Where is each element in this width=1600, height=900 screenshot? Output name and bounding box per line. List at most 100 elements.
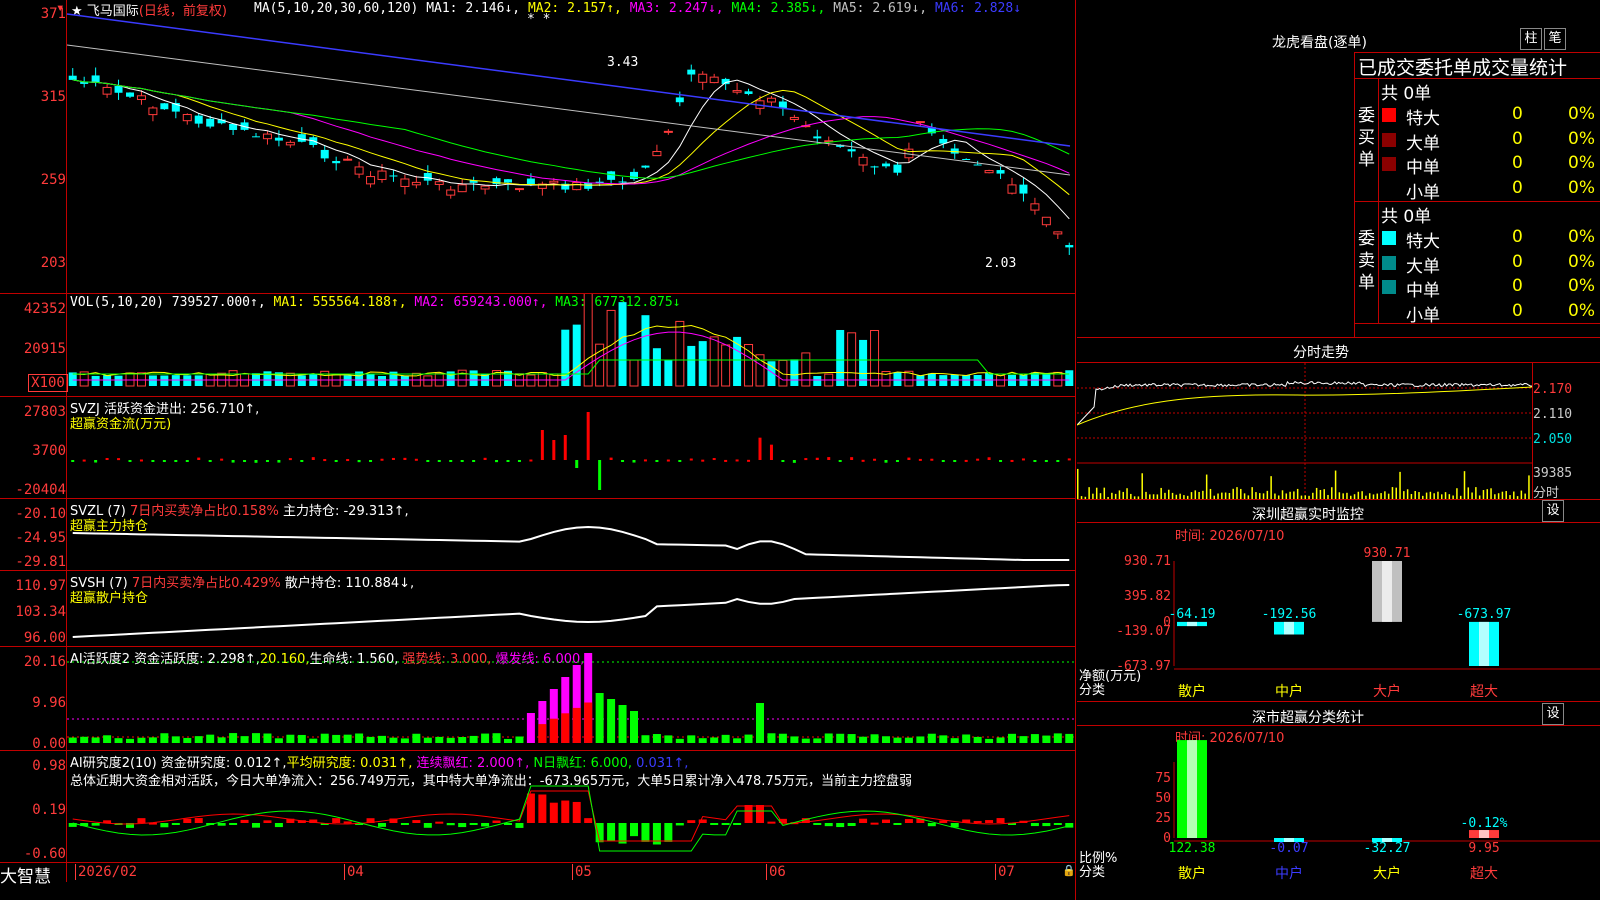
activity-bar <box>171 736 180 743</box>
net-flow-bar-chart[interactable]: -64.19 散户 -192.56 中户 930.71 大户 -673.97 超大 930.71… <box>1077 523 1600 701</box>
activity-bar <box>240 736 249 743</box>
flow-bar <box>861 459 865 462</box>
candle <box>297 134 306 142</box>
activity-bar <box>412 733 421 743</box>
intraday-vol-bar <box>1160 487 1162 499</box>
candle <box>744 91 753 94</box>
order-color-swatch <box>1382 132 1396 147</box>
order-count: 0 <box>1512 300 1523 321</box>
volume-bar <box>870 329 880 387</box>
order-size-label: 特大 <box>1406 232 1440 252</box>
axis-tick: 395.82 <box>1124 589 1171 604</box>
intraday-chart[interactable] <box>1077 363 1532 499</box>
volume-bar <box>859 339 868 386</box>
flow-bar <box>918 458 922 461</box>
axis-tick: 25 <box>1155 811 1171 826</box>
flow-bar <box>769 444 773 460</box>
activity-bar <box>950 738 959 743</box>
candle <box>182 114 192 122</box>
flow-bar <box>873 458 877 461</box>
intraday-vol: 39385 <box>1533 466 1573 481</box>
intraday-vol-bar <box>1505 491 1507 499</box>
activity-bar <box>813 738 822 743</box>
candle <box>984 170 994 174</box>
flow-bar <box>208 460 212 462</box>
activity-bar <box>607 699 616 743</box>
sz-monitor-settings-button[interactable]: 设 <box>1542 500 1564 522</box>
candle <box>136 95 146 101</box>
intraday-vol-bar <box>1384 491 1386 499</box>
sz-class-settings-button[interactable]: 设 <box>1542 703 1564 725</box>
vol-ma-line <box>72 324 1070 377</box>
research-bar <box>973 820 982 823</box>
flow-bar <box>941 460 945 462</box>
flow-bar <box>1010 459 1014 462</box>
flow-bar <box>747 459 751 462</box>
main-chart-area[interactable]: ▾ ★ 飞马国际(日线，前复权) MA(5,10,20,30,60,120) M… <box>0 0 1076 900</box>
divider <box>1354 52 1355 337</box>
ma-line <box>67 13 1071 147</box>
holding-line <box>72 525 1070 561</box>
research-line <box>72 790 1070 842</box>
class-bar-highlight <box>1284 621 1294 635</box>
intraday-vol-bar <box>1296 488 1299 499</box>
research-bar <box>446 823 455 826</box>
volume-bar <box>790 359 799 386</box>
research-bar <box>584 818 593 823</box>
activity-bar <box>446 737 455 743</box>
activity-bar <box>229 733 238 743</box>
intraday-vol-bar <box>1315 487 1318 499</box>
date-tick: 04 <box>344 864 364 880</box>
volume-bar <box>160 375 169 386</box>
research-bar <box>733 823 742 825</box>
candle <box>847 149 856 152</box>
intraday-vol-bar <box>1270 476 1272 499</box>
intraday-tick: 2.050 <box>1533 432 1573 447</box>
candle <box>274 137 283 141</box>
sz-class-title: 深市超赢分类统计 <box>1252 710 1364 726</box>
retail-holding-chart[interactable] <box>67 571 1075 646</box>
fund-flow-chart[interactable] <box>67 397 1075 498</box>
research-bar <box>183 818 192 823</box>
volume-chart[interactable] <box>67 294 1075 396</box>
flow-bar <box>884 460 888 463</box>
tick-view-button[interactable]: 笔 <box>1544 28 1566 50</box>
research-bar <box>882 819 890 823</box>
order-size-label: 小单 <box>1406 305 1440 326</box>
intraday-vol-bar <box>1399 471 1401 499</box>
class-ratio-bar-chart[interactable]: 122.38 散户 -0.07 中户 -32.27 大户 9.95 超大 75 50 25 0 比例%分… <box>1077 726 1600 900</box>
flow-bar <box>357 460 361 463</box>
intraday-vol-bar <box>1293 491 1295 499</box>
class-bar-highlight <box>1479 621 1489 666</box>
lock-icon[interactable]: 🔒 <box>1062 864 1076 877</box>
longhu-title: 龙虎看盘(逐单) <box>1272 35 1367 51</box>
main-holding-chart[interactable] <box>67 499 1075 570</box>
ai-activity-chart[interactable] <box>67 647 1075 750</box>
research-bar <box>343 821 352 824</box>
activity-bar <box>1008 733 1016 743</box>
intraday-vol-bar <box>1467 487 1470 499</box>
intraday-vol-bar <box>1403 491 1405 499</box>
intraday-vol-bar <box>1501 491 1504 499</box>
ai-research-chart[interactable] <box>67 751 1075 862</box>
candlestick-chart[interactable] <box>67 0 1075 293</box>
volume-bar <box>148 375 157 386</box>
activity-bar <box>148 737 157 743</box>
brand-logo[interactable]: 大智慧 <box>0 862 51 887</box>
flow-bar <box>529 459 533 462</box>
activity-bar <box>733 738 742 743</box>
intraday-vol-bar <box>1198 491 1200 499</box>
research-bar <box>859 818 868 823</box>
activity-bar <box>927 733 936 743</box>
divider <box>1077 499 1600 500</box>
flow-bar <box>94 460 98 463</box>
order-pct: 0% <box>1568 104 1595 124</box>
activity-bar <box>836 733 845 743</box>
bar-view-button[interactable]: 柱 <box>1520 28 1542 50</box>
svzj-tick: 3700 <box>32 443 66 459</box>
flow-bar <box>243 460 247 462</box>
order-count: 0 <box>1512 128 1523 149</box>
research-bar <box>870 822 879 825</box>
candle <box>962 158 971 160</box>
category-label: 散户 <box>1178 865 1206 882</box>
